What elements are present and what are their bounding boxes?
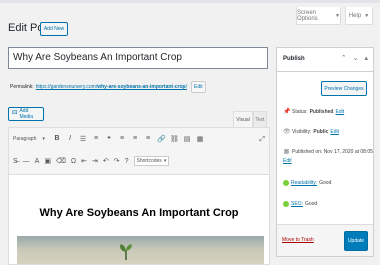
edit-slug-button[interactable]: Edit: [190, 81, 206, 93]
format-select-value: Paragraph: [13, 136, 37, 142]
shortcodes-label: Shortcodes: [136, 158, 162, 164]
move-to-trash-link[interactable]: Move to Trash: [282, 237, 314, 243]
fullscreen-icon[interactable]: ⤢: [259, 136, 265, 144]
content-editor[interactable]: Paragraph ▾ B I ☰ ≡ ❝ ≡ ≡ ≡ 🔗 ⛓ ▤ ▦ ⤢ S̶…: [8, 127, 270, 265]
content-heading: Why Are Soybeans An Important Crop: [39, 207, 239, 219]
status-label: Status:: [292, 108, 308, 115]
clear-formatting-icon[interactable]: ⌫: [56, 157, 66, 165]
horizontal-line-icon[interactable]: —: [23, 158, 30, 165]
visibility-label: Visibility:: [292, 128, 312, 135]
add-media-button[interactable]: 🖾 Add Media: [8, 107, 44, 121]
permalink-end: /: [185, 84, 187, 90]
link-icon[interactable]: 🔗: [157, 135, 166, 143]
published-on-edit-row: Edit: [283, 158, 292, 164]
help-tab[interactable]: Help ▼: [345, 7, 373, 25]
seo-value: Good: [304, 201, 318, 207]
calendar-icon: ▦: [283, 149, 290, 155]
shortcodes-select[interactable]: Shortcodes ▾: [133, 156, 170, 166]
toolbar-toggle-icon[interactable]: ▦: [196, 135, 204, 143]
screen-options-tab[interactable]: Screen Options ▼: [296, 7, 341, 25]
unlink-icon[interactable]: ⛓: [170, 135, 179, 143]
permalink-slug: why-are-soybeans-an-important-crop: [97, 84, 186, 90]
format-select[interactable]: Paragraph ▾: [13, 136, 45, 142]
editor-toolbar: Paragraph ▾ B I ☰ ≡ ❝ ≡ ≡ ≡ 🔗 ⛓ ▤ ▦ ⤢ S̶…: [9, 128, 269, 175]
add-new-button[interactable]: Add New: [40, 22, 68, 36]
align-left-icon[interactable]: ≡: [118, 135, 126, 143]
visibility-row: 👁 Visibility: Public Edit: [283, 128, 339, 136]
seo-link[interactable]: SEO:: [291, 201, 303, 207]
align-center-icon[interactable]: ≡: [131, 135, 139, 143]
toolbar-row-1: B I ☰ ≡ ❝ ≡ ≡ ≡ 🔗 ⛓ ▤ ▦: [53, 135, 204, 143]
edit-status-link[interactable]: Edit: [335, 109, 344, 115]
pin-icon: 📌: [283, 109, 291, 115]
help-label: Help: [348, 12, 362, 19]
update-button[interactable]: Update: [344, 231, 368, 251]
tab-visual[interactable]: Visual: [233, 111, 253, 127]
chevron-down-icon: ▼: [335, 12, 340, 19]
readability-link[interactable]: Readability:: [291, 180, 317, 186]
chevron-down-icon: ▼: [364, 12, 370, 19]
post-title-input[interactable]: Why Are Soybeans An Important Crop: [8, 47, 268, 69]
align-right-icon[interactable]: ≡: [144, 135, 152, 143]
indent-icon[interactable]: ⇥: [92, 157, 98, 165]
publish-actions: Move to Trash Update: [277, 224, 373, 256]
featured-image: [17, 236, 264, 264]
italic-icon[interactable]: I: [66, 135, 74, 143]
redo-icon[interactable]: ↷: [114, 157, 120, 165]
outdent-icon[interactable]: ⇤: [81, 157, 87, 165]
published-on-row: ▦ Published on: Nov 17, 2020 at 08:05: [283, 148, 373, 156]
preview-changes-button[interactable]: Preview Changes: [321, 81, 367, 96]
readability-row: Readability: Good: [283, 180, 331, 186]
paste-text-icon[interactable]: ▣: [44, 157, 51, 165]
screen-options-label: Screen Options: [297, 9, 318, 22]
permalink: Permalink: https://gardensnursery.com/wh…: [10, 81, 206, 93]
readability-status-icon: [283, 180, 289, 186]
status-value: Published: [309, 108, 334, 115]
toolbar-row-2: S̶ — A ▣ ⌫ Ω ⇤ ⇥ ↶ ↷ ? Shortcodes ▾: [13, 156, 170, 166]
read-more-icon[interactable]: ▤: [183, 135, 191, 143]
chevron-down-icon: ▾: [163, 158, 167, 164]
publish-metabox: Publish ⌃ ⌄ ▴ Preview Changes 📌 Status: …: [276, 47, 374, 257]
admin-bar-edge: [0, 0, 380, 3]
undo-icon[interactable]: ↶: [103, 157, 109, 165]
published-on-text: Published on: Nov 17, 2020 at 08:05: [292, 148, 373, 155]
metabox-controls: ⌃ ⌄ ▴: [341, 54, 368, 62]
collapse-icon[interactable]: ▴: [364, 54, 368, 62]
edit-visibility-link[interactable]: Edit: [330, 129, 339, 135]
plant-sprout-image: [120, 244, 132, 260]
eye-icon: 👁: [283, 129, 291, 135]
tab-text[interactable]: Text: [253, 111, 267, 127]
help-icon[interactable]: ?: [125, 158, 129, 165]
chevron-up-icon[interactable]: ⌃: [341, 54, 347, 62]
publish-header: Publish ⌃ ⌄ ▴: [277, 48, 373, 72]
add-media-label: Add Media: [19, 108, 34, 120]
bullet-list-icon[interactable]: ☰: [79, 135, 87, 143]
special-char-icon[interactable]: Ω: [71, 158, 76, 165]
media-icon: 🖾: [12, 110, 18, 116]
blockquote-icon[interactable]: ❝: [105, 135, 113, 143]
seo-row: SEO: Good: [283, 201, 317, 207]
bold-icon[interactable]: B: [53, 135, 61, 143]
publish-title: Publish: [283, 56, 305, 62]
chevron-down-icon: ▾: [42, 136, 45, 142]
seo-status-icon: [283, 201, 289, 207]
status-row: 📌 Status: Published Edit: [283, 108, 344, 116]
strikethrough-icon[interactable]: S̶: [13, 158, 18, 165]
permalink-base: https://gardensnursery.com/: [35, 84, 98, 90]
permalink-label: Permalink:: [10, 84, 34, 90]
edit-date-link[interactable]: Edit: [283, 158, 292, 164]
chevron-down-icon[interactable]: ⌄: [353, 54, 359, 62]
visibility-value: Public: [313, 128, 329, 135]
permalink-link[interactable]: https://gardensnursery.com/why-are-soybe…: [36, 84, 187, 90]
numbered-list-icon[interactable]: ≡: [92, 135, 100, 143]
text-color-icon[interactable]: A: [35, 158, 40, 165]
readability-value: Good: [319, 180, 332, 186]
